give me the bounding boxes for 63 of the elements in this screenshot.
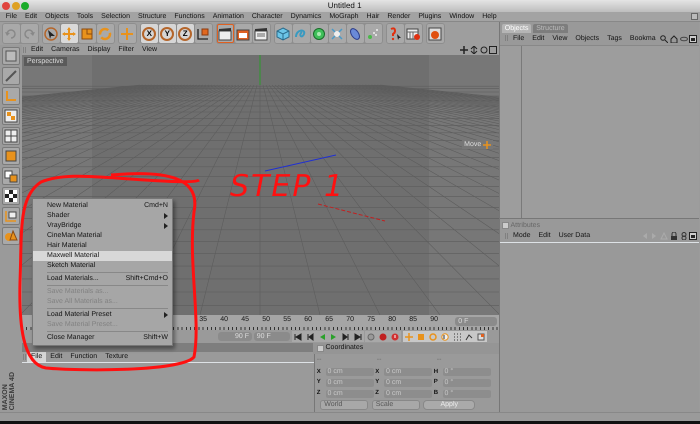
scale-icon — [80, 26, 94, 40]
checkbox-icon — [316, 344, 324, 352]
play-backward-icon — [318, 332, 326, 340]
grip-icon — [504, 232, 509, 240]
close-button[interactable] — [2, 2, 10, 10]
render-view-icon — [218, 26, 232, 40]
grip-icon — [22, 354, 27, 360]
rotate-icon — [98, 26, 112, 40]
chain-icon[interactable] — [680, 232, 688, 240]
axis-lock-button[interactable]: Z — [176, 24, 194, 43]
cube-button[interactable] — [274, 24, 292, 43]
submenu-arrow-icon — [164, 312, 168, 318]
new-window-icon[interactable] — [689, 34, 698, 43]
maximize-icon[interactable] — [489, 46, 498, 54]
next-key-button[interactable] — [340, 331, 352, 342]
pan-icon[interactable] — [460, 46, 468, 54]
lock-icon[interactable] — [670, 232, 678, 240]
search-icon[interactable] — [660, 34, 668, 43]
axis-lock-button[interactable]: Y — [158, 24, 176, 43]
play-icon — [330, 332, 338, 340]
previous-key-icon — [306, 332, 314, 340]
select-button[interactable] — [42, 24, 60, 43]
object-axis-icon — [4, 89, 18, 103]
edge-mode-button[interactable] — [2, 67, 20, 85]
rotation-key-icon — [429, 332, 437, 340]
scale-button[interactable] — [78, 24, 96, 43]
autokey-icon — [391, 332, 400, 340]
checker-button[interactable] — [2, 187, 20, 205]
redo-icon — [22, 26, 36, 40]
render-button[interactable] — [234, 24, 252, 43]
autokey-button[interactable] — [389, 331, 402, 342]
orbit-icon[interactable] — [480, 46, 488, 54]
checker-icon — [4, 189, 18, 203]
undo-icon — [4, 26, 18, 40]
z-axis-line — [264, 154, 336, 172]
grip-icon — [504, 35, 509, 42]
zoom-icon[interactable] — [470, 46, 478, 54]
record-button[interactable] — [377, 331, 390, 342]
go-to-start-icon — [294, 332, 302, 340]
cube-icon — [276, 26, 290, 40]
move-icon — [62, 26, 76, 40]
render-view-button[interactable] — [216, 24, 234, 43]
move-icon — [483, 140, 491, 148]
grip-icon — [22, 46, 27, 54]
edge-mode-icon — [4, 69, 18, 83]
scale-key-icon — [417, 332, 425, 340]
go-to-end-icon — [354, 332, 362, 340]
new-window-icon[interactable] — [689, 232, 698, 240]
go-to-start-button[interactable] — [292, 331, 304, 342]
axis-lock-button[interactable]: X — [140, 24, 158, 43]
home-icon[interactable] — [670, 34, 678, 43]
help-pointer-icon — [388, 26, 402, 40]
position-key-icon — [405, 332, 413, 340]
previous-key-button[interactable] — [304, 331, 316, 342]
checkbox-icon — [502, 222, 509, 230]
go-to-end-button[interactable] — [352, 331, 364, 342]
record-icon — [379, 332, 388, 340]
window-title: Untitled 1 — [328, 0, 362, 10]
select-icon — [44, 26, 58, 40]
next-key-icon — [342, 332, 350, 340]
render-icon — [236, 26, 250, 40]
annotation-text: STEP 1 — [230, 170, 346, 204]
x-axis-line — [318, 204, 386, 222]
